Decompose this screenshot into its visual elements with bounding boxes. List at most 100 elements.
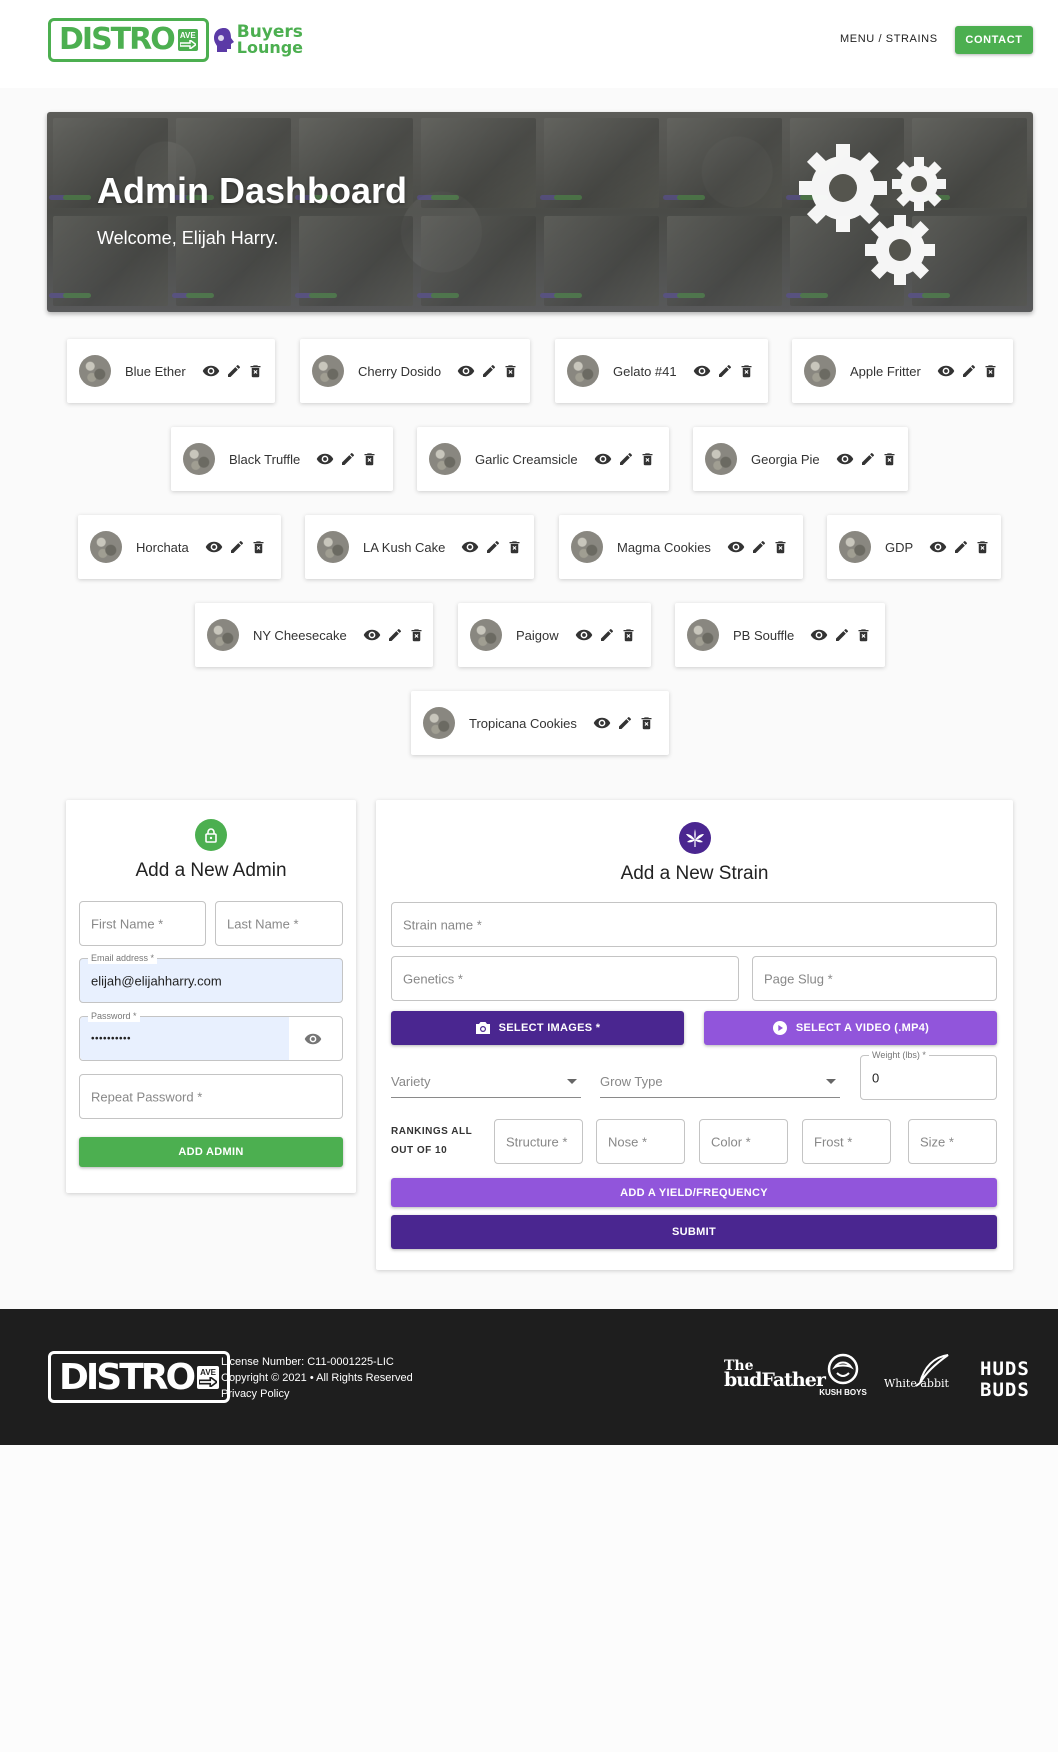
delete-trash-icon[interactable] <box>975 539 990 555</box>
privacy-policy-link[interactable]: Privacy Policy <box>221 1386 413 1402</box>
delete-trash-icon[interactable] <box>640 451 655 467</box>
edit-pencil-icon[interactable] <box>618 451 634 467</box>
delete-trash-icon[interactable] <box>362 451 377 467</box>
strain-actions <box>727 538 788 556</box>
strain-avatar <box>312 355 344 387</box>
footer-info: License Number: C11-0001225-LIC Copyrigh… <box>221 1354 413 1402</box>
last-name-field[interactable]: Last Name * <box>215 901 343 946</box>
view-eye-icon[interactable] <box>836 450 854 468</box>
strain-avatar <box>79 355 111 387</box>
nav-menu-strains-link[interactable]: MENU / STRAINS <box>840 33 938 45</box>
strain-chip: GDP <box>827 515 1001 579</box>
edit-pencil-icon[interactable] <box>751 539 767 555</box>
select-images-button[interactable]: SELECT IMAGES * <box>391 1011 684 1045</box>
welcome-message: Welcome, Elijah Harry. <box>97 228 279 248</box>
strain-name-field[interactable]: Strain name * <box>391 902 997 947</box>
edit-pencil-icon[interactable] <box>387 627 403 643</box>
edit-pencil-icon[interactable] <box>229 539 245 555</box>
strain-name: Apple Fritter <box>850 363 921 379</box>
edit-pencil-icon[interactable] <box>961 363 977 379</box>
view-eye-icon[interactable] <box>205 538 223 556</box>
add-admin-button[interactable]: ADD ADMIN <box>79 1137 343 1167</box>
delete-trash-icon[interactable] <box>983 363 998 379</box>
delete-trash-icon[interactable] <box>248 363 263 379</box>
strain-name: Black Truffle <box>229 451 301 467</box>
edit-pencil-icon[interactable] <box>485 539 501 555</box>
strain-actions <box>693 362 754 380</box>
view-eye-icon[interactable] <box>727 538 745 556</box>
strain-avatar <box>317 531 349 563</box>
edit-pencil-icon[interactable] <box>834 627 850 643</box>
strain-actions <box>810 626 871 644</box>
strain-chip: Horchata <box>78 515 281 579</box>
strain-chip: Magma Cookies <box>559 515 803 579</box>
grow-type-select[interactable]: Grow Type <box>600 1064 840 1098</box>
repeat-password-field[interactable]: Repeat Password * <box>79 1074 343 1119</box>
delete-trash-icon[interactable] <box>621 627 636 643</box>
view-eye-icon[interactable] <box>316 450 334 468</box>
delete-trash-icon[interactable] <box>773 539 788 555</box>
view-eye-icon[interactable] <box>575 626 593 644</box>
first-name-field[interactable]: First Name * <box>79 901 206 946</box>
select-video-button[interactable]: SELECT A VIDEO (.MP4) <box>704 1011 997 1045</box>
view-eye-icon[interactable] <box>202 362 220 380</box>
delete-trash-icon[interactable] <box>409 627 424 643</box>
email-field[interactable]: Email address * elijah@elijahharry.com <box>79 952 343 1003</box>
view-eye-icon[interactable] <box>363 626 381 644</box>
structure-field[interactable]: Structure * <box>494 1119 583 1164</box>
strain-chip: Blue Ether <box>67 339 275 403</box>
strain-name: LA Kush Cake <box>363 539 446 555</box>
edit-pencil-icon[interactable] <box>599 627 615 643</box>
view-eye-icon[interactable] <box>929 538 947 556</box>
size-field[interactable]: Size * <box>908 1119 997 1164</box>
strain-chip: PB Souffle <box>675 603 885 667</box>
edit-pencil-icon[interactable] <box>226 363 242 379</box>
strain-actions <box>363 626 424 644</box>
email-value: elijah@elijahharry.com <box>91 973 222 988</box>
strain-name: Gelato #41 <box>613 363 677 379</box>
site-logo[interactable]: DISTRO AVE Buyers Lounge <box>48 18 303 62</box>
page-slug-field[interactable]: Page Slug * <box>752 956 997 1001</box>
contact-button[interactable]: CONTACT <box>955 26 1033 54</box>
view-eye-icon[interactable] <box>594 450 612 468</box>
show-password-eye-icon[interactable] <box>304 1030 322 1048</box>
logo-ave-badge: AVE <box>177 29 198 51</box>
password-field[interactable]: Password * •••••••••• <box>79 1010 343 1061</box>
view-eye-icon[interactable] <box>593 714 611 732</box>
view-eye-icon[interactable] <box>937 362 955 380</box>
weight-label: Weight (lbs) * <box>869 1049 929 1061</box>
delete-trash-icon[interactable] <box>251 539 266 555</box>
genetics-field[interactable]: Genetics * <box>391 956 739 1001</box>
view-eye-icon[interactable] <box>457 362 475 380</box>
edit-pencil-icon[interactable] <box>860 451 876 467</box>
view-eye-icon[interactable] <box>810 626 828 644</box>
delete-trash-icon[interactable] <box>639 715 654 731</box>
strain-avatar <box>567 355 599 387</box>
delete-trash-icon[interactable] <box>856 627 871 643</box>
edit-pencil-icon[interactable] <box>340 451 356 467</box>
view-eye-icon[interactable] <box>693 362 711 380</box>
delete-trash-icon[interactable] <box>503 363 518 379</box>
play-circle-icon <box>772 1021 787 1035</box>
strain-actions <box>937 362 998 380</box>
nose-field[interactable]: Nose * <box>596 1119 685 1164</box>
delete-trash-icon[interactable] <box>507 539 522 555</box>
strain-name: Paigow <box>516 627 559 643</box>
delete-trash-icon[interactable] <box>882 451 897 467</box>
strain-chip: LA Kush Cake <box>305 515 534 579</box>
variety-select[interactable]: Variety <box>391 1064 581 1098</box>
edit-pencil-icon[interactable] <box>617 715 633 731</box>
camera-icon <box>475 1022 490 1034</box>
view-eye-icon[interactable] <box>461 538 479 556</box>
weight-field[interactable]: Weight (lbs) * 0 <box>860 1049 997 1100</box>
submit-strain-button[interactable]: SUBMIT <box>391 1215 997 1249</box>
edit-pencil-icon[interactable] <box>481 363 497 379</box>
add-yield-frequency-button[interactable]: ADD A YIELD/FREQUENCY <box>391 1178 997 1207</box>
color-field[interactable]: Color * <box>699 1119 788 1164</box>
footer-distro-logo[interactable]: DISTRO AVE <box>48 1351 231 1403</box>
edit-pencil-icon[interactable] <box>953 539 969 555</box>
delete-trash-icon[interactable] <box>739 363 754 379</box>
frost-field[interactable]: Frost * <box>802 1119 891 1164</box>
edit-pencil-icon[interactable] <box>717 363 733 379</box>
distro-ave-logo: DISTRO AVE <box>48 18 209 62</box>
